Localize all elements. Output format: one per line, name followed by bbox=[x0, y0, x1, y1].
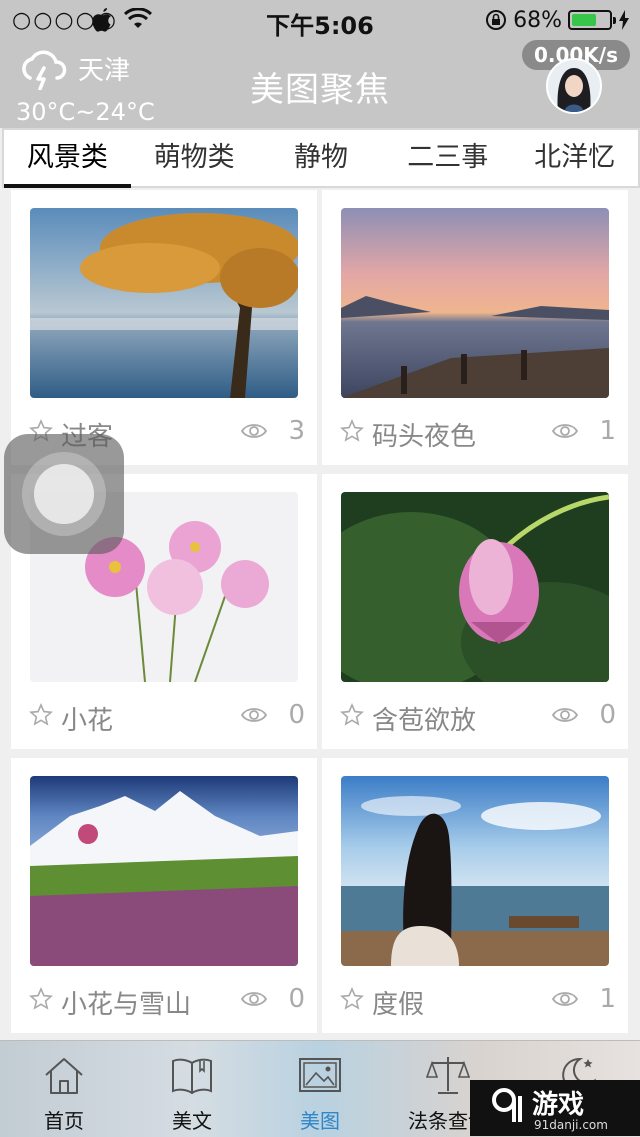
view-count: 0 bbox=[288, 984, 305, 1014]
picture-icon bbox=[299, 1058, 341, 1092]
battery-fill bbox=[572, 14, 597, 26]
battery-icon bbox=[568, 10, 616, 30]
photo-card[interactable]: 过客 3 bbox=[11, 190, 317, 465]
eye-icon bbox=[241, 708, 267, 722]
assistive-touch-button[interactable] bbox=[4, 434, 124, 554]
tab-stories[interactable]: 二三事 bbox=[384, 130, 511, 186]
eye-icon bbox=[241, 992, 267, 1006]
book-icon bbox=[172, 1058, 212, 1095]
tab-still-life[interactable]: 静物 bbox=[258, 130, 385, 186]
watermark: 游戏 91danji.com bbox=[470, 1080, 640, 1136]
eye-icon bbox=[241, 424, 267, 438]
eye-icon bbox=[552, 708, 578, 722]
photo-card[interactable]: 小花与雪山 0 bbox=[11, 758, 317, 1033]
home-icon bbox=[45, 1058, 83, 1094]
tab-beiyang-memories[interactable]: 北洋忆 bbox=[511, 130, 638, 186]
view-count: 1 bbox=[599, 416, 616, 446]
assistive-touch-core bbox=[34, 464, 94, 524]
star-icon[interactable] bbox=[340, 703, 364, 727]
orientation-lock-icon bbox=[486, 10, 507, 30]
star-icon[interactable] bbox=[29, 703, 53, 727]
battery-percent: 68% bbox=[513, 7, 562, 33]
star-icon[interactable] bbox=[340, 987, 364, 1011]
photo-thumbnail[interactable] bbox=[341, 492, 609, 682]
photo-title: 度假 bbox=[372, 990, 425, 1020]
charging-icon bbox=[619, 10, 629, 30]
photo-card[interactable]: 码头夜色 1 bbox=[322, 190, 628, 465]
photo-card[interactable]: 度假 1 bbox=[322, 758, 628, 1033]
site-logo-icon bbox=[492, 1088, 522, 1122]
photo-thumbnail[interactable] bbox=[30, 776, 298, 966]
user-avatar[interactable] bbox=[546, 58, 602, 114]
tab-cute[interactable]: 萌物类 bbox=[131, 130, 258, 186]
photo-title: 小花与雪山 bbox=[61, 990, 192, 1020]
tabbar-articles[interactable]: 美文 bbox=[128, 1041, 256, 1137]
star-icon[interactable] bbox=[29, 987, 53, 1011]
tabbar-label: 美图 bbox=[300, 1109, 340, 1133]
status-right: 68% bbox=[485, 6, 630, 34]
app-header: 天津 30°C~24°C 美图聚焦 0.00K/s bbox=[0, 40, 640, 128]
tab-scenery[interactable]: 风景类 bbox=[4, 130, 131, 188]
photo-grid: 过客 3 码头夜色 1 bbox=[0, 190, 640, 1040]
star-icon[interactable] bbox=[340, 419, 364, 443]
tabbar-label: 首页 bbox=[44, 1109, 84, 1133]
photo-thumbnail[interactable] bbox=[30, 208, 298, 398]
eye-icon bbox=[552, 992, 578, 1006]
photo-card[interactable]: 含苞欲放 0 bbox=[322, 474, 628, 749]
eye-icon bbox=[552, 424, 578, 438]
photo-title: 码头夜色 bbox=[372, 422, 477, 452]
view-count: 1 bbox=[599, 984, 616, 1014]
photo-thumbnail[interactable] bbox=[341, 208, 609, 398]
photo-thumbnail[interactable] bbox=[341, 776, 609, 966]
scales-icon bbox=[426, 1057, 470, 1094]
view-count: 0 bbox=[599, 700, 616, 730]
status-bar: ○○○○○ 下午5:06 68% bbox=[0, 0, 640, 40]
view-count: 0 bbox=[288, 700, 305, 730]
photo-title: 含苞欲放 bbox=[372, 706, 477, 736]
photo-title: 小花 bbox=[61, 706, 114, 736]
watermark-text: 游戏 bbox=[532, 1090, 585, 1120]
tabbar-photos[interactable]: 美图 bbox=[256, 1041, 384, 1137]
tabbar-label: 美文 bbox=[172, 1109, 212, 1133]
view-count: 3 bbox=[288, 416, 305, 446]
watermark-site: 91danji.com bbox=[534, 1118, 608, 1132]
tabbar-home[interactable]: 首页 bbox=[0, 1041, 128, 1137]
category-tabs: 风景类 萌物类 静物 二三事 北洋忆 bbox=[2, 128, 640, 188]
